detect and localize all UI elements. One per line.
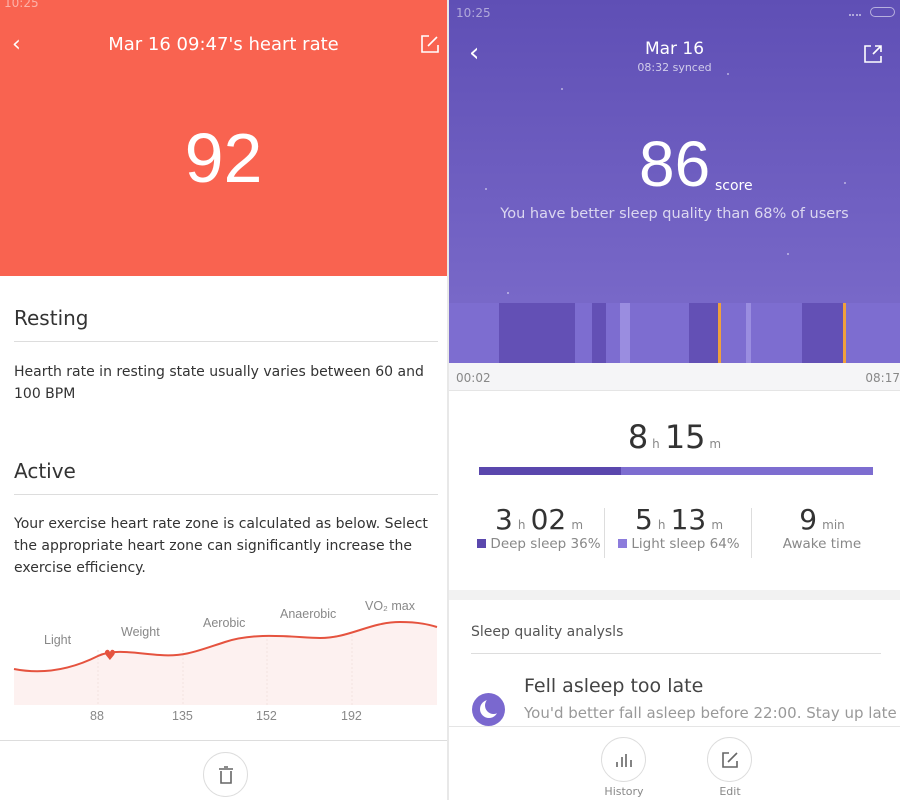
divider bbox=[14, 341, 438, 342]
trash-icon bbox=[218, 765, 233, 784]
sleep-header: 10:25 ‹ Mar 16 08:32 synced 86 score You… bbox=[449, 0, 900, 303]
zone-tick: 152 bbox=[256, 709, 277, 723]
edit-button[interactable] bbox=[707, 737, 752, 782]
sleep-stage-bar[interactable] bbox=[449, 303, 900, 363]
sleep-segment-deep bbox=[499, 303, 575, 363]
start-time: 00:02 bbox=[456, 371, 491, 385]
issue-text: You'd better fall asleep before 22:00. S… bbox=[524, 704, 897, 722]
battery-icon bbox=[870, 7, 895, 17]
moon-icon bbox=[472, 693, 505, 726]
section-gap bbox=[449, 590, 900, 600]
history-button[interactable] bbox=[601, 737, 646, 782]
sleep-segment-deep bbox=[802, 303, 843, 363]
heart-rate-value: 92 bbox=[184, 119, 263, 197]
history-label: History bbox=[604, 785, 644, 798]
bottom-toolbar: History Edit bbox=[449, 726, 900, 800]
sleep-segment-deep bbox=[689, 303, 718, 363]
status-time: 10:25 bbox=[456, 6, 491, 20]
divider bbox=[14, 494, 438, 495]
divider bbox=[0, 740, 447, 741]
edit-icon[interactable] bbox=[420, 34, 440, 58]
zone-tick: 192 bbox=[341, 709, 362, 723]
zone-tick: 135 bbox=[172, 709, 193, 723]
zone-label: Light bbox=[44, 633, 72, 647]
sleep-segment-deep bbox=[592, 303, 606, 363]
issue-title[interactable]: Fell asleep too late bbox=[524, 675, 703, 697]
sleep-screen: 10:25 ‹ Mar 16 08:32 synced 86 score You… bbox=[449, 0, 900, 800]
sleep-segment-light bbox=[746, 303, 751, 363]
analysis-title: Sleep quality analysls bbox=[471, 624, 624, 640]
resting-text: Hearth rate in resting state usually var… bbox=[14, 364, 424, 402]
bar-chart-icon bbox=[615, 753, 632, 767]
zone-label: Weight bbox=[121, 625, 160, 639]
deep-legend-icon bbox=[477, 539, 487, 548]
delete-button[interactable] bbox=[203, 752, 248, 797]
divider bbox=[604, 508, 605, 558]
sleep-segment-awake bbox=[843, 303, 846, 363]
score-unit: score bbox=[715, 178, 753, 194]
share-icon[interactable] bbox=[863, 44, 883, 68]
sleep-score: 86 bbox=[639, 128, 711, 200]
total-sleep: 8 h 15 m bbox=[627, 418, 722, 456]
heart-marker-icon: ♥ bbox=[104, 648, 117, 664]
active-text: Your exercise heart rate zone is calcula… bbox=[14, 516, 428, 576]
status-time: 10:25 bbox=[4, 0, 39, 10]
zone-label: Aerobic bbox=[203, 616, 246, 630]
sleep-time-axis: 00:02 08:17 bbox=[449, 363, 900, 391]
deep-sleep-stat: 3 h 02 m Deep sleep 36% bbox=[469, 503, 609, 552]
edit-icon bbox=[721, 751, 738, 768]
awake-stat: 9 min Awake time bbox=[782, 503, 862, 552]
zone-label: VO₂ max bbox=[365, 599, 415, 613]
edit-label: Edit bbox=[719, 785, 741, 798]
sleep-comparison: You have better sleep quality than 68% o… bbox=[500, 206, 849, 222]
active-title: Active bbox=[14, 459, 76, 483]
zone-label: Anaerobic bbox=[280, 607, 337, 621]
synced-time: 08:32 synced bbox=[637, 61, 712, 74]
sleep-segment-light bbox=[620, 303, 630, 363]
heart-rate-screen: 10:25 ‹ Mar 16 09:47's heart rate 92 Res… bbox=[0, 0, 447, 800]
resting-title: Resting bbox=[14, 306, 89, 330]
heart-rate-header: 10:25 ‹ Mar 16 09:47's heart rate 92 bbox=[0, 0, 447, 276]
sleep-segment-awake bbox=[718, 303, 721, 363]
zone-tick: 88 bbox=[90, 709, 104, 723]
divider bbox=[471, 653, 881, 654]
end-time: 08:17 bbox=[865, 371, 900, 385]
light-legend-icon bbox=[618, 539, 628, 548]
sleep-ratio-bar bbox=[479, 467, 873, 475]
light-sleep-stat: 5 h 13 m Light sleep 64% bbox=[609, 503, 749, 552]
signal-icon bbox=[849, 8, 861, 16]
page-title: Mar 16 09:47's heart rate bbox=[108, 34, 339, 55]
page-title: Mar 16 bbox=[644, 39, 705, 59]
deep-sleep-fill bbox=[479, 467, 621, 475]
